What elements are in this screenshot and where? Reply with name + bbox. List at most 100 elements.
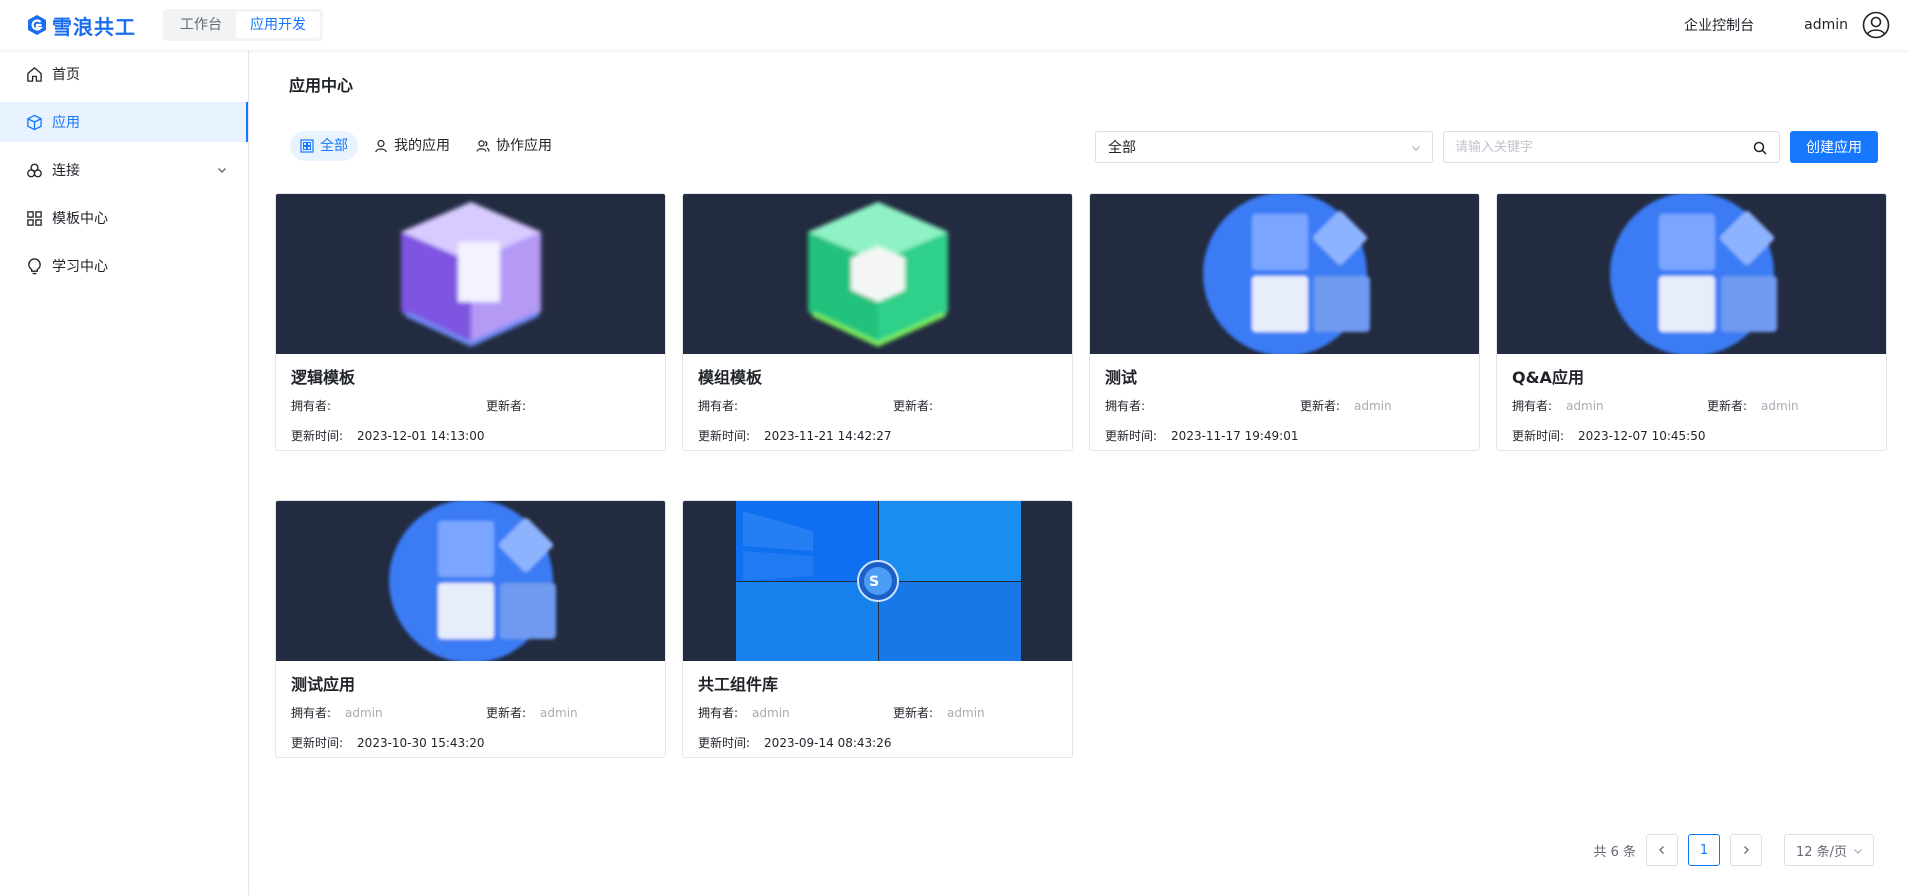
updater-label: 更新者: [1300,399,1341,413]
owner-info: 拥有者: admin [1512,397,1604,414]
updater-label: 更新者: [1707,399,1748,413]
pagination-total: 共 6 条 [1593,844,1636,860]
sidebar-item-template-center[interactable]: 模板中心 [0,198,248,238]
chevron-down-icon[interactable] [216,164,228,176]
all-icon [300,139,314,153]
user-avatar-icon[interactable] [1862,11,1890,39]
tab-workbench[interactable]: 工作台 [166,12,236,38]
owner-label: 拥有者: [291,399,332,413]
page-size-select[interactable]: 12 条/页 [1784,834,1874,866]
app-thumbnail: S [683,501,1072,661]
owner-label: 拥有者: [291,706,332,720]
app-card[interactable]: S 共工组件库 拥有者: admin 更新者: admin 更新时间: 2023-09… [682,500,1073,758]
top-header: 雪浪共工 工作台 应用开发 企业控制台 admin [0,0,1910,50]
owner-info: 拥有者: admin [698,704,790,721]
chevron-down-icon [1854,849,1862,854]
select-value: 全部 [1108,140,1136,156]
app-title: 测试应用 [291,675,356,694]
app-card[interactable]: 模组模板 拥有者: 更新者: 更新时间: 2023-11-21 14:42:27 [682,193,1073,451]
category-select[interactable]: 全部 [1095,131,1433,163]
sidebar-item-label: 应用 [52,115,80,131]
default-app-image [1610,194,1777,354]
app-card[interactable]: Q&A应用 拥有者: admin 更新者: admin 更新时间: 2023-12-0… [1496,193,1887,451]
app-title: 测试 [1105,368,1138,387]
sidebar-item-apps[interactable]: 应用 [0,102,248,142]
sidebar-item-label: 连接 [52,163,80,179]
update-time-info: 更新时间: 2023-11-17 19:49:01 [1105,427,1299,444]
update-time-info: 更新时间: 2023-10-30 15:43:20 [291,734,485,751]
connection-icon [27,163,42,177]
blue-windows-image: S [736,501,1021,661]
app-card[interactable]: 测试应用 拥有者: admin 更新者: admin 更新时间: 2023-10-30… [275,500,666,758]
filter-tab-my-apps[interactable]: 我的应用 [364,131,460,161]
filter-tab-label: 我的应用 [394,138,450,154]
filter-tabs: 全部 我的应用 协作应用 [290,131,568,161]
sidebar-item-label: 模板中心 [52,211,108,227]
sidebar-item-home[interactable]: 首页 [0,54,248,94]
updater-value: admin [1761,399,1799,413]
enterprise-console-link[interactable]: 企业控制台 [1684,15,1754,35]
page-title: 应用中心 [289,76,354,95]
user-name[interactable]: admin [1804,17,1848,33]
top-tabs: 工作台 应用开发 [163,9,323,41]
updater-info: 更新者: [486,397,540,414]
create-app-button[interactable]: 创建应用 [1790,131,1878,163]
owner-label: 拥有者: [698,399,739,413]
update-time-info: 更新时间: 2023-11-21 14:42:27 [698,427,892,444]
default-app-image [1203,194,1370,354]
app-card[interactable]: 逻辑模板 拥有者: 更新者: 更新时间: 2023-12-01 14:13:00 [275,193,666,451]
update-time-label: 更新时间: [1105,429,1158,443]
app-thumbnail [276,501,665,661]
app-thumbnail [1497,194,1886,354]
app-thumbnail [683,194,1072,354]
updater-label: 更新者: [893,399,934,413]
update-time-value: 2023-11-21 14:42:27 [764,429,892,443]
owner-info: 拥有者: [698,397,752,414]
updater-label: 更新者: [486,399,527,413]
chevron-right-icon [1744,846,1749,854]
update-time-info: 更新时间: 2023-12-07 10:45:50 [1512,427,1706,444]
logo-icon [28,15,46,35]
update-time-label: 更新时间: [698,736,751,750]
cube-icon [27,114,42,130]
search-box [1443,131,1780,163]
updater-info: 更新者: admin [1300,397,1392,414]
update-time-label: 更新时间: [698,429,751,443]
updater-value: admin [1354,399,1392,413]
svg-text:S: S [869,574,879,590]
tab-app-development[interactable]: 应用开发 [236,12,320,38]
search-icon[interactable] [1753,141,1767,155]
page-size-value: 12 条/页 [1796,844,1848,860]
updater-info: 更新者: admin [486,704,578,721]
updater-label: 更新者: [893,706,934,720]
owner-info: 拥有者: [1105,397,1159,414]
filter-tab-collab-apps[interactable]: 协作应用 [466,131,562,161]
purple-cube-image [401,202,541,347]
update-time-label: 更新时间: [291,429,344,443]
app-card[interactable]: 测试 拥有者: 更新者: admin 更新时间: 2023-11-17 19:49:… [1089,193,1480,451]
update-time-info: 更新时间: 2023-12-01 14:13:00 [291,427,485,444]
logo[interactable]: 雪浪共工 [26,11,163,40]
update-time-value: 2023-11-17 19:49:01 [1171,429,1299,443]
grid-icon [27,210,42,226]
update-time-value: 2023-12-07 10:45:50 [1578,429,1706,443]
page-number-button[interactable]: 1 [1688,834,1720,866]
updater-value: admin [540,706,578,720]
owner-value: admin [345,706,383,720]
owner-value: admin [1566,399,1604,413]
next-page-button[interactable] [1730,834,1762,866]
search-input[interactable] [1444,132,1734,162]
sidebar-item-learning-center[interactable]: 学习中心 [0,246,248,286]
sidebar-item-connection[interactable]: 连接 [0,150,248,190]
update-time-value: 2023-09-14 08:43:26 [764,736,892,750]
update-time-label: 更新时间: [291,736,344,750]
chevron-down-icon [1412,146,1420,151]
filter-tab-label: 全部 [320,138,348,154]
app-title: 逻辑模板 [291,368,356,387]
app-title: Q&A应用 [1512,368,1584,387]
team-icon [476,140,490,152]
owner-label: 拥有者: [1512,399,1553,413]
prev-page-button[interactable] [1646,834,1678,866]
filter-tab-all[interactable]: 全部 [290,131,358,161]
filter-tab-label: 协作应用 [496,138,552,154]
